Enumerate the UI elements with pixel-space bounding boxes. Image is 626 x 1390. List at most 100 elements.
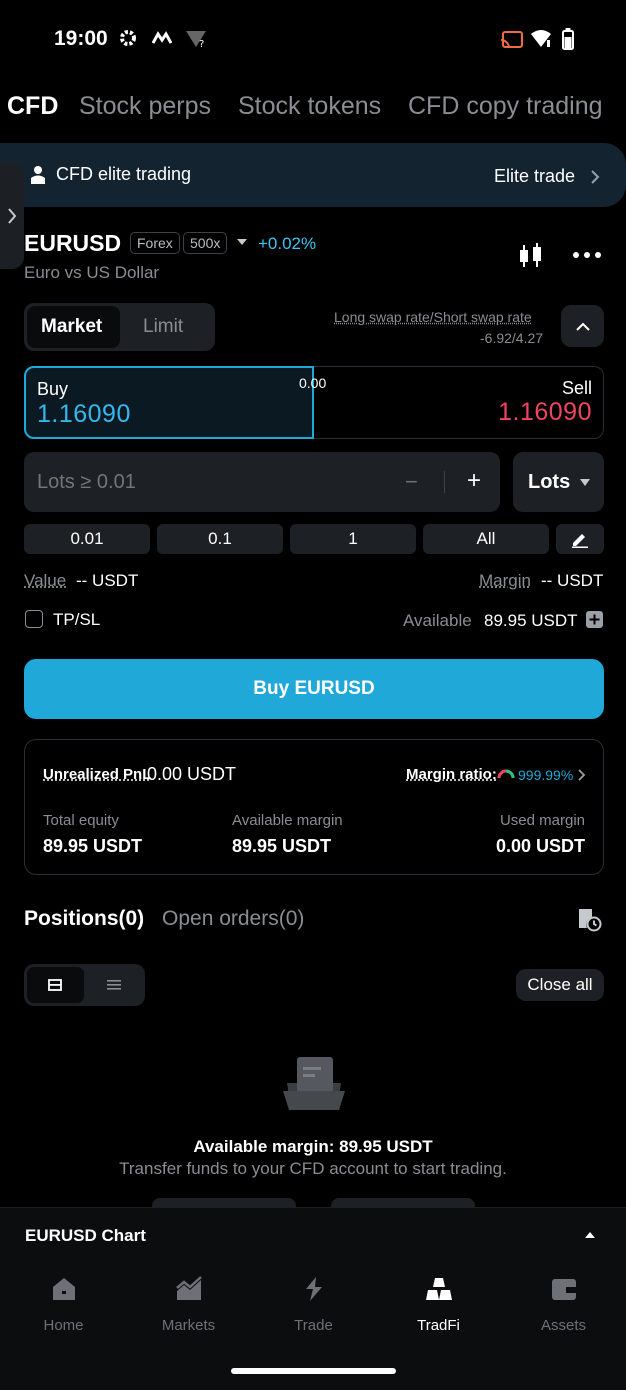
margin-ratio-label[interactable]: Margin ratio:: [406, 766, 497, 783]
card-view-icon: [48, 979, 62, 991]
nav-trade[interactable]: Trade: [251, 1276, 376, 1334]
quick-amount-1[interactable]: 1: [290, 524, 416, 554]
bottom-nav: Home Markets Trade TradFi Assets: [0, 1262, 626, 1390]
trade-icon: [305, 1277, 322, 1301]
battery-icon: [562, 28, 574, 50]
margin-label[interactable]: Margin: [479, 571, 531, 591]
chart-drawer[interactable]: EURUSD Chart: [0, 1207, 626, 1263]
stepper-divider: [444, 471, 445, 493]
cast-icon: [500, 31, 523, 49]
tab-limit[interactable]: Limit: [143, 316, 183, 338]
pnl-value: 0.00 USDT: [147, 764, 237, 784]
settings-icon: [120, 30, 136, 46]
chevron-up-icon: [576, 322, 590, 331]
tab-market-label[interactable]: Market: [41, 316, 102, 338]
lots-input[interactable]: [24, 452, 394, 512]
list-view-icon[interactable]: [107, 979, 121, 991]
lots-input-field[interactable]: − +: [24, 452, 500, 512]
edit-amounts-button[interactable]: [556, 524, 604, 554]
caret-down-icon: [580, 479, 590, 486]
banner-title: CFD elite trading: [56, 164, 192, 184]
elite-trade-link[interactable]: Elite trade: [494, 166, 575, 187]
user-icon: [31, 166, 45, 184]
close-all-button[interactable]: Close all: [516, 969, 604, 1001]
caret-up-icon: [585, 1232, 595, 1238]
buy-label: Buy: [37, 379, 69, 399]
value-label[interactable]: Value: [24, 571, 66, 591]
total-equity-value: 89.95 USDT: [43, 836, 143, 856]
nav-assets[interactable]: Assets: [501, 1276, 626, 1334]
chevron-right-icon[interactable]: [578, 769, 586, 781]
tab-positions[interactable]: Positions(0): [24, 907, 144, 931]
home-icon: [52, 1278, 75, 1300]
empty-subtitle: Transfer funds to your CFD account to st…: [119, 1159, 507, 1178]
buy-price: 1.16090: [37, 400, 131, 428]
chevron-right-icon: [591, 170, 600, 184]
nav-markets[interactable]: Markets: [126, 1276, 251, 1334]
swap-rate-label[interactable]: Long swap rate/Short swap rate: [334, 309, 532, 325]
tab-stock-tokens[interactable]: Stock tokens: [238, 92, 381, 121]
available-margin-label: Available margin: [232, 812, 343, 829]
home-indicator[interactable]: [231, 1368, 396, 1374]
quick-amount-001[interactable]: 0.01: [24, 524, 150, 554]
available-amount: 89.95 USDT: [484, 611, 578, 630]
tradfi-icon: [425, 1278, 452, 1300]
margin-ratio-value[interactable]: 999.99%: [518, 767, 573, 783]
status-bar: 19:00 ?: [0, 0, 626, 80]
used-margin-label: Used margin: [499, 812, 585, 829]
edit-icon: [572, 534, 588, 548]
lots-unit-select[interactable]: Lots: [513, 452, 604, 512]
tpsl-checkbox[interactable]: [25, 610, 43, 628]
leverage-badge: 500x: [183, 232, 228, 254]
nav-home[interactable]: Home: [1, 1276, 126, 1334]
sell-side[interactable]: Sell 1.16090: [314, 366, 604, 439]
buy-side[interactable]: Buy 1.16090: [24, 366, 314, 439]
tab-cfd-copy-trading[interactable]: CFD copy trading: [408, 92, 603, 121]
quick-amount-all[interactable]: All: [423, 524, 549, 554]
margin-amount: -- USDT: [541, 571, 604, 590]
nav-trade-label: Trade: [294, 1317, 333, 1334]
account-summary: Unrealized PnL 0.00 USDT Margin ratio: 9…: [24, 739, 604, 875]
nav-home-label: Home: [43, 1317, 84, 1334]
tab-stock-perps[interactable]: Stock perps: [79, 92, 211, 121]
gauge-icon: [497, 769, 515, 779]
view-toggle: [24, 964, 145, 1006]
buy-button[interactable]: Buy EURUSD: [24, 659, 604, 719]
side-drawer-handle[interactable]: [0, 163, 24, 269]
used-margin-value: 0.00 USDT: [495, 836, 585, 856]
empty-box-icon: [283, 1057, 345, 1110]
decrement-button[interactable]: −: [405, 469, 418, 495]
transfer-plus-icon[interactable]: [586, 611, 603, 628]
category-badge: Forex: [130, 232, 180, 254]
swap-rate-value: -6.92/4.27: [480, 330, 544, 346]
empty-title: Available margin: 89.95 USDT: [193, 1137, 433, 1156]
tab-open-orders[interactable]: Open orders(0): [162, 907, 304, 931]
tpsl-label[interactable]: TP/SL: [53, 610, 100, 630]
history-icon[interactable]: [576, 906, 602, 932]
available-label: Available: [403, 611, 472, 630]
order-type-toggle: Market Limit: [24, 303, 215, 351]
instrument-name: Euro vs US Dollar: [24, 263, 160, 282]
pnl-label[interactable]: Unrealized PnL: [43, 766, 151, 783]
chevron-right-icon: [8, 208, 17, 224]
price-change: +0.02%: [258, 234, 317, 253]
value-amount: -- USDT: [76, 571, 139, 590]
product-tabs: CFD Stock perps Stock tokens CFD copy tr…: [0, 92, 626, 132]
lots-unit-label: Lots: [528, 471, 571, 493]
card-view-button[interactable]: [27, 967, 84, 1003]
markets-icon: [175, 1276, 202, 1300]
elite-banner[interactable]: CFD elite trading Elite trade: [0, 143, 626, 207]
quick-amount-01[interactable]: 0.1: [157, 524, 283, 554]
caret-down-icon[interactable]: [236, 238, 248, 246]
sell-label: Sell: [561, 378, 592, 398]
collapse-button[interactable]: [561, 305, 604, 347]
more-icon[interactable]: [572, 251, 602, 259]
tab-cfd[interactable]: CFD: [7, 92, 58, 121]
increment-button[interactable]: +: [467, 467, 481, 495]
notification-icon: [152, 31, 172, 44]
instrument-symbol[interactable]: EURUSD: [24, 230, 121, 257]
wifi-icon: [531, 30, 551, 47]
candlestick-chart-icon[interactable]: [518, 242, 544, 270]
nav-tradfi[interactable]: TradFi: [376, 1276, 501, 1334]
nav-markets-label: Markets: [161, 1317, 216, 1334]
